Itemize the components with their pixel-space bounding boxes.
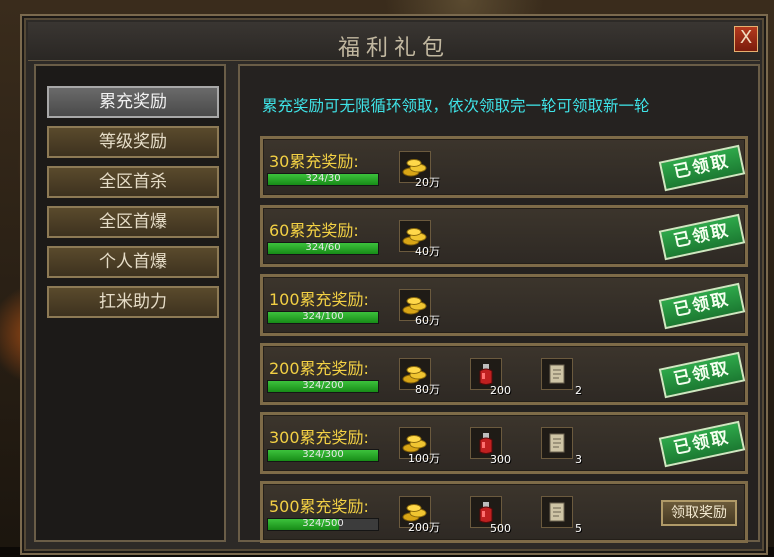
gold-icon[interactable]: 200万 xyxy=(399,496,440,534)
reward-tier-label: 60累充奖励: xyxy=(269,221,359,240)
gold-icon[interactable]: 20万 xyxy=(399,151,440,189)
reward-quantity: 100万 xyxy=(408,452,440,465)
reward-quantity: 200 xyxy=(490,384,511,397)
category-menu: 累充奖励 等级奖励 全区首杀 全区首爆 个人首爆 扛米助力 xyxy=(34,64,226,542)
gold-icon[interactable]: 60万 xyxy=(399,289,440,327)
claimed-stamp: 已领取 xyxy=(658,420,746,468)
reward-quantity: 300 xyxy=(490,453,511,466)
reward-list-panel: 累充奖励可无限循环领取，依次领取完一轮可领取新一轮 30累充奖励: 324/30 2… xyxy=(238,64,760,543)
recharge-progress-bar: 324/500 xyxy=(267,518,379,531)
potion-icon[interactable]: 200 xyxy=(470,358,511,397)
reward-quantity: 80万 xyxy=(415,383,440,396)
scroll-icon[interactable]: 3 xyxy=(541,427,582,466)
menu-item-support[interactable]: 扛米助力 xyxy=(47,286,219,318)
potion-icon[interactable]: 300 xyxy=(470,427,511,466)
recharge-progress-bar: 324/60 xyxy=(267,242,379,255)
reward-tier-label: 100累充奖励: xyxy=(269,290,369,309)
reward-row-30: 30累充奖励: 324/30 20万 已领取 xyxy=(260,136,748,198)
dialog-titlebar: 福利礼包 X xyxy=(28,22,760,61)
reward-quantity: 2 xyxy=(575,384,582,397)
gold-icon[interactable]: 80万 xyxy=(399,358,440,396)
close-button[interactable]: X xyxy=(734,26,758,52)
menu-item-server-first-kill[interactable]: 全区首杀 xyxy=(47,166,219,198)
reward-quantity: 60万 xyxy=(415,314,440,327)
progress-text: 324/60 xyxy=(305,242,341,253)
reward-row-500: 500累充奖励: 324/500 200万 500 5 领取奖励 xyxy=(260,481,748,543)
progress-text: 324/300 xyxy=(302,449,344,460)
menu-item-level-reward[interactable]: 等级奖励 xyxy=(47,126,219,158)
claim-reward-button[interactable]: 领取奖励 xyxy=(661,500,737,526)
reward-row-300: 300累充奖励: 324/300 100万 300 3 已领取 xyxy=(260,412,748,474)
progress-text: 324/200 xyxy=(302,380,344,391)
dialog-title: 福利礼包 xyxy=(337,36,450,61)
recharge-progress-bar: 324/300 xyxy=(267,449,379,462)
recharge-progress-bar: 324/30 xyxy=(267,173,379,186)
reward-tier-label: 500累充奖励: xyxy=(269,497,369,516)
recharge-progress-bar: 324/100 xyxy=(267,311,379,324)
reward-quantity: 200万 xyxy=(408,521,440,534)
potion-icon[interactable]: 500 xyxy=(470,496,511,535)
notice-text: 累充奖励可无限循环领取，依次领取完一轮可领取新一轮 xyxy=(262,97,650,115)
progress-text: 324/500 xyxy=(302,518,344,529)
scroll-icon[interactable]: 2 xyxy=(541,358,582,397)
claimed-stamp: 已领取 xyxy=(658,213,746,261)
claimed-stamp: 已领取 xyxy=(658,282,746,330)
recharge-progress-bar: 324/200 xyxy=(267,380,379,393)
menu-item-cumulative-recharge[interactable]: 累充奖励 xyxy=(47,86,219,118)
menu-item-personal-first-drop[interactable]: 个人首爆 xyxy=(47,246,219,278)
claimed-stamp: 已领取 xyxy=(658,351,746,399)
reward-tier-label: 300累充奖励: xyxy=(269,428,369,447)
reward-quantity: 40万 xyxy=(415,245,440,258)
progress-text: 324/30 xyxy=(305,173,341,184)
claimed-stamp: 已领取 xyxy=(658,144,746,192)
progress-text: 324/100 xyxy=(302,311,344,322)
reward-tier-label: 30累充奖励: xyxy=(269,152,359,171)
reward-row-100: 100累充奖励: 324/100 60万 已领取 xyxy=(260,274,748,336)
gold-icon[interactable]: 100万 xyxy=(399,427,440,465)
reward-quantity: 500 xyxy=(490,522,511,535)
gold-icon[interactable]: 40万 xyxy=(399,220,440,258)
welfare-gift-dialog: 福利礼包 X 累充奖励 等级奖励 全区首杀 全区首爆 个人首爆 扛米助力 累充奖… xyxy=(20,14,768,555)
reward-tier-label: 200累充奖励: xyxy=(269,359,369,378)
menu-item-server-first-drop[interactable]: 全区首爆 xyxy=(47,206,219,238)
reward-row-200: 200累充奖励: 324/200 80万 200 2 已领取 xyxy=(260,343,748,405)
reward-row-60: 60累充奖励: 324/60 40万 已领取 xyxy=(260,205,748,267)
reward-quantity: 5 xyxy=(575,522,582,535)
reward-quantity: 20万 xyxy=(415,176,440,189)
scroll-icon[interactable]: 5 xyxy=(541,496,582,535)
reward-quantity: 3 xyxy=(575,453,582,466)
